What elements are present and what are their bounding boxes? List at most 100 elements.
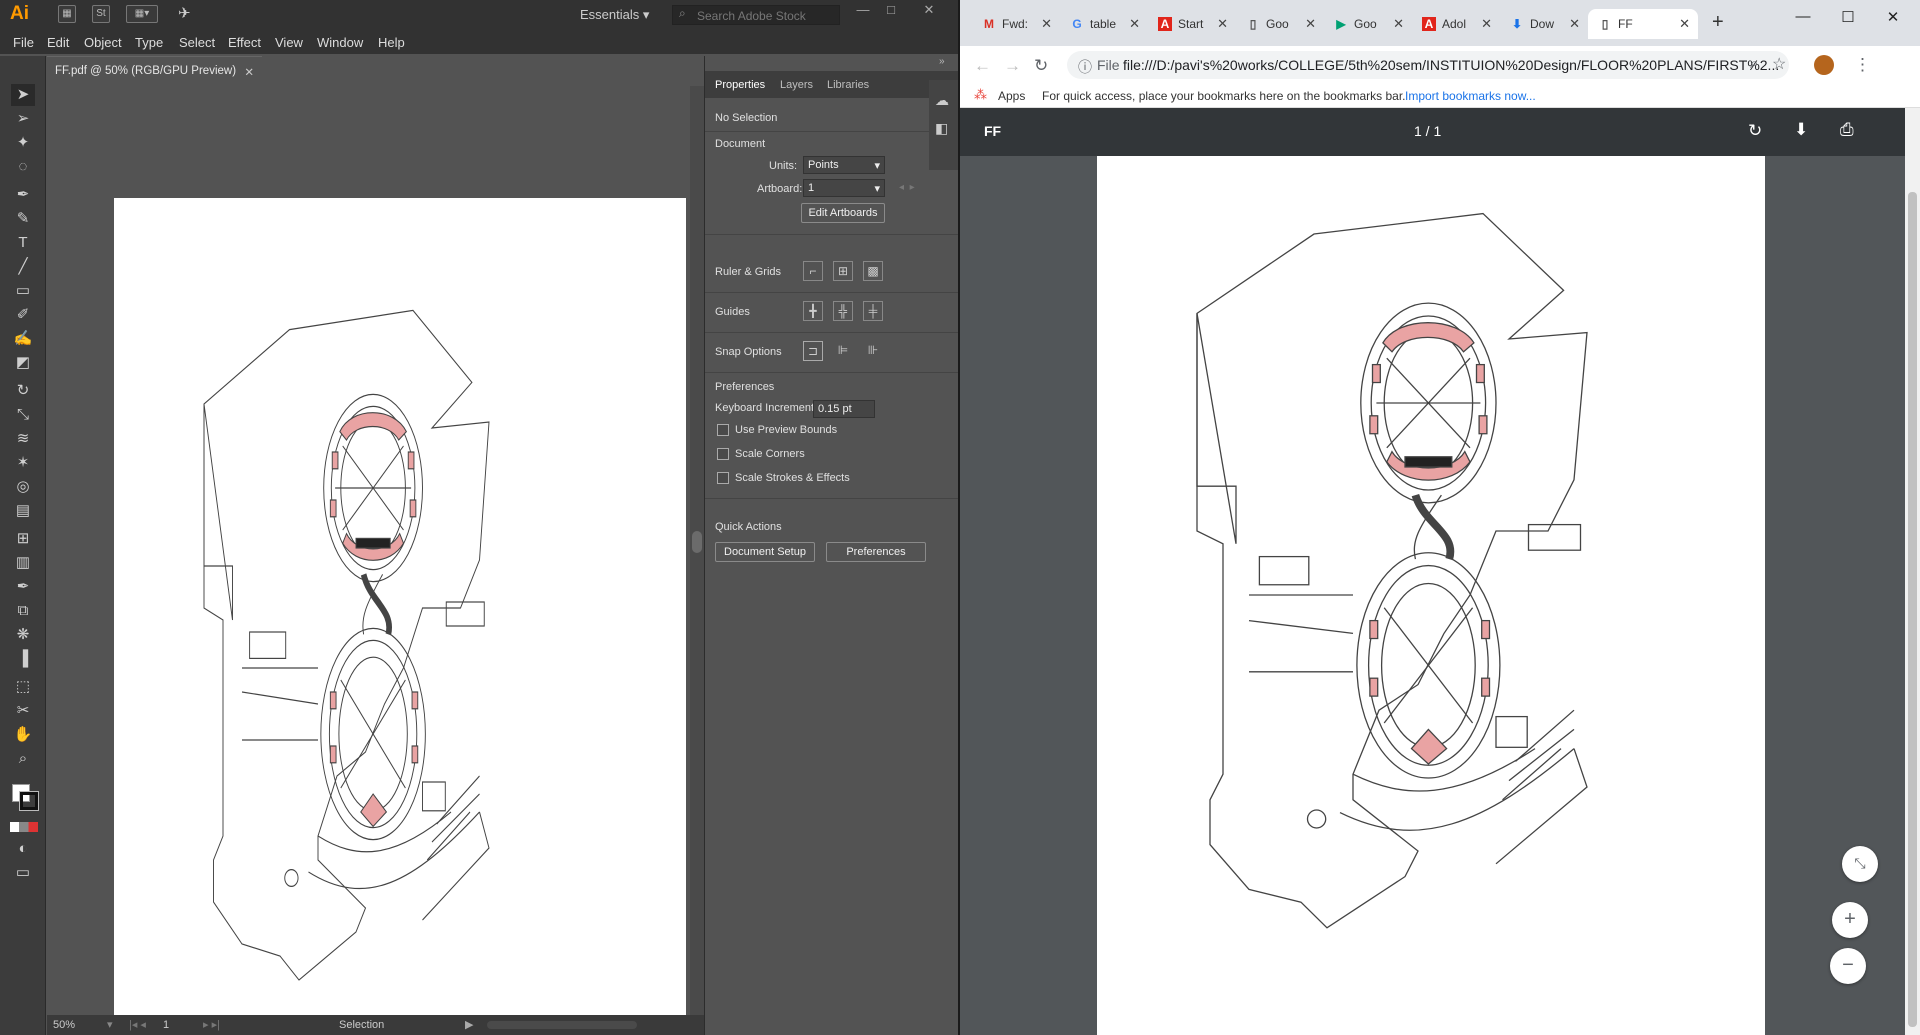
eyedropper-tool-icon[interactable]: ✒ xyxy=(11,576,35,598)
tab-adobe-start[interactable]: A Start ✕ xyxy=(1148,9,1236,39)
first-artboard-icon[interactable]: |◂ ◂ xyxy=(129,1018,146,1031)
menu-type[interactable]: Type xyxy=(135,35,163,50)
units-dropdown[interactable]: Points ▾ xyxy=(803,156,885,174)
artboard-tool-icon[interactable]: ⬚ xyxy=(11,676,35,698)
snap-to-point-icon[interactable]: ⊐ xyxy=(803,341,823,361)
menu-window[interactable]: Window xyxy=(317,35,363,50)
status-menu-icon[interactable]: ▶ xyxy=(465,1018,473,1031)
publish-icon[interactable]: ✈ xyxy=(178,4,191,22)
rotate-tool-icon[interactable]: ↻ xyxy=(11,380,35,402)
print-icon[interactable]: ⎙ xyxy=(1840,120,1854,140)
preferences-button[interactable]: Preferences xyxy=(826,542,926,562)
drawing-modes-icon[interactable]: ◐ xyxy=(11,838,35,860)
apps-grid-icon[interactable]: ⁂ xyxy=(974,87,987,103)
artboard-number[interactable]: 1 xyxy=(163,1019,169,1031)
puppet-warp-tool-icon[interactable]: ✶ xyxy=(11,452,35,474)
menu-help[interactable]: Help xyxy=(378,35,405,50)
tab-layers[interactable]: Layers xyxy=(780,79,813,91)
close-tab-icon[interactable]: ✕ xyxy=(1481,16,1492,32)
direct-selection-tool-icon[interactable]: ➢ xyxy=(11,108,35,130)
use-preview-bounds-checkbox[interactable] xyxy=(717,424,729,436)
blend-tool-icon[interactable]: ⧉ xyxy=(11,600,35,622)
type-tool-icon[interactable]: T xyxy=(11,232,35,254)
document-setup-button[interactable]: Document Setup xyxy=(715,542,815,562)
zoom-level[interactable]: 50% xyxy=(53,1019,75,1031)
grid-icon[interactable]: ⊞ xyxy=(833,261,853,281)
maximize-button[interactable]: □ xyxy=(880,2,902,18)
zoom-out-icon[interactable]: − xyxy=(1830,948,1866,984)
menu-edit[interactable]: Edit xyxy=(47,35,69,50)
close-tab-icon[interactable]: ✕ xyxy=(1305,16,1316,32)
close-tab-icon[interactable]: ✕ xyxy=(1217,16,1228,32)
menu-view[interactable]: View xyxy=(275,35,303,50)
pen-tool-icon[interactable]: ✒ xyxy=(11,184,35,206)
graph-tool-icon[interactable]: ▐ xyxy=(11,648,35,670)
symbol-sprayer-tool-icon[interactable]: ❋ xyxy=(11,624,35,646)
scale-strokes-checkbox[interactable] xyxy=(717,472,729,484)
forward-icon[interactable]: → xyxy=(1004,56,1021,76)
shape-builder-tool-icon[interactable]: ◎ xyxy=(11,476,35,498)
bridge-icon[interactable]: ▦ xyxy=(58,5,76,23)
close-tab-icon[interactable]: ✕ xyxy=(1679,16,1690,32)
line-tool-icon[interactable]: ╱ xyxy=(11,256,35,278)
maximize-button[interactable]: ☐ xyxy=(1833,8,1863,26)
tab-google-play[interactable]: ▶ Goo ✕ xyxy=(1324,9,1412,39)
close-button[interactable]: ✕ xyxy=(1878,8,1908,26)
tab-adobe[interactable]: A Adol ✕ xyxy=(1412,9,1500,39)
paintbrush-tool-icon[interactable]: ✐ xyxy=(11,304,35,326)
selection-tool-icon[interactable]: ➤ xyxy=(11,84,35,106)
screen-mode-icon[interactable]: ▭ xyxy=(11,862,35,884)
close-document-icon[interactable]: ✕ xyxy=(244,65,254,79)
color-mode-icon[interactable] xyxy=(10,822,38,832)
menu-file[interactable]: File xyxy=(13,35,34,50)
lock-guides-icon[interactable]: ╬ xyxy=(833,301,853,321)
canvas-vertical-scrollbar[interactable] xyxy=(690,86,704,1015)
info-icon[interactable]: ⓘ xyxy=(1078,57,1092,77)
tab-ff-pdf[interactable]: ▯ FF ✕ xyxy=(1588,9,1698,39)
artboard[interactable] xyxy=(114,198,686,1016)
snap-to-pixel-icon[interactable]: ⊫ xyxy=(833,341,853,361)
scroll-thumb[interactable] xyxy=(1908,192,1917,1027)
tab-google-doc[interactable]: ▯ Goo ✕ xyxy=(1236,9,1324,39)
scale-corners-checkbox[interactable] xyxy=(717,448,729,460)
artboard-dropdown[interactable]: 1 ▾ xyxy=(803,179,885,197)
new-tab-icon[interactable]: + xyxy=(1712,11,1724,34)
edit-artboards-button[interactable]: Edit Artboards xyxy=(801,203,885,223)
rotate-icon[interactable]: ↻ xyxy=(1748,121,1762,141)
scroll-thumb[interactable] xyxy=(692,531,702,553)
warp-tool-icon[interactable]: ≋ xyxy=(11,428,35,450)
fit-to-page-icon[interactable]: ⤡ xyxy=(1842,846,1878,882)
close-tab-icon[interactable]: ✕ xyxy=(1129,16,1140,32)
tab-downloads[interactable]: ⬇ Dow ✕ xyxy=(1500,9,1588,39)
reload-icon[interactable]: ↻ xyxy=(1034,56,1048,76)
rectangle-tool-icon[interactable]: ▭ xyxy=(11,280,35,302)
close-tab-icon[interactable]: ✕ xyxy=(1041,16,1052,32)
minimize-button[interactable]: — xyxy=(852,2,874,18)
slice-tool-icon[interactable]: ✂ xyxy=(11,700,35,722)
apps-link[interactable]: Apps xyxy=(998,89,1025,103)
close-button[interactable]: ✕ xyxy=(918,2,940,18)
menu-effect[interactable]: Effect xyxy=(228,35,261,50)
transparency-grid-icon[interactable]: ▩ xyxy=(863,261,883,281)
workspace-switcher[interactable]: Essentials ▾ xyxy=(580,7,649,23)
cc-libraries-icon[interactable]: ☁ xyxy=(935,92,949,109)
horizontal-scrollbar[interactable] xyxy=(487,1021,637,1029)
address-bar[interactable]: ⓘ File file:///D:/pavi's%20works/COLLEGE… xyxy=(1067,51,1789,79)
close-tab-icon[interactable]: ✕ xyxy=(1569,16,1580,32)
swatches-icon[interactable]: ◧ xyxy=(935,120,948,137)
tab-google[interactable]: Gtable ✕ xyxy=(1060,9,1148,39)
stock-search-input[interactable]: Search Adobe Stock xyxy=(672,5,840,25)
guides-icon[interactable]: ╋ xyxy=(803,301,823,321)
menu-object[interactable]: Object xyxy=(84,35,122,50)
rulers-icon[interactable]: ⌐ xyxy=(803,261,823,281)
tab-properties[interactable]: Properties xyxy=(715,79,765,91)
zoom-dropdown-icon[interactable]: ▾ xyxy=(107,1018,113,1031)
artboard-nav-icon[interactable]: ◂ ▸ xyxy=(899,182,915,193)
zoom-icon[interactable]: ⌕ xyxy=(1750,55,1758,72)
back-icon[interactable]: ← xyxy=(974,56,991,76)
document-tab[interactable]: FF.pdf @ 50% (RGB/GPU Preview) ✕ xyxy=(47,56,262,85)
keyboard-increment-input[interactable]: 0.15 pt xyxy=(813,400,875,418)
menu-select[interactable]: Select xyxy=(179,35,215,50)
document-canvas[interactable] xyxy=(47,86,690,1016)
next-artboard-icon[interactable]: ▸ ▸| xyxy=(203,1018,220,1031)
